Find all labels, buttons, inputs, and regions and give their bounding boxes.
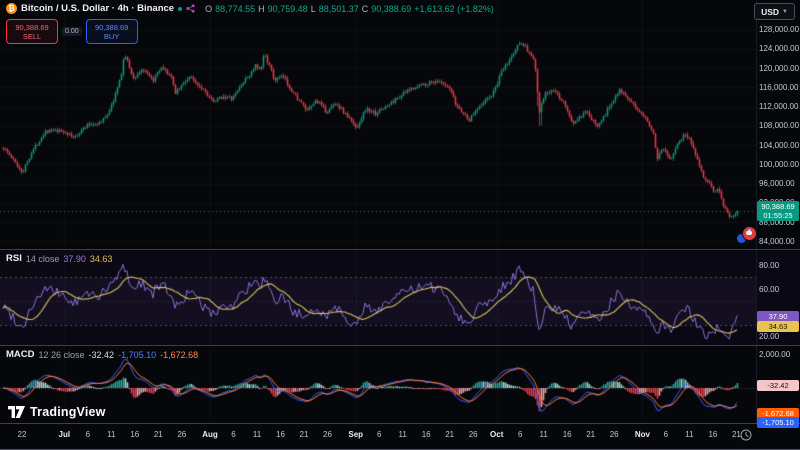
rsi-axis-label: 60.00	[759, 285, 779, 294]
current-price-value: 90,388.69	[757, 202, 799, 211]
rsi-pane[interactable]: RSI 14 close 37.90 34.63 80.00 60.00 20.00…	[0, 250, 800, 346]
macd-params: 12 26 close	[39, 350, 85, 360]
time-axis-tick: 21	[154, 430, 163, 439]
rsi-canvas[interactable]	[0, 250, 756, 345]
low-label: L	[311, 4, 316, 14]
macd-line-badge: -1,705.10	[757, 417, 799, 428]
price-axis-label: 104,000.00	[759, 141, 799, 150]
time-axis-tick: Nov	[635, 430, 650, 439]
spread-value: 0.00	[62, 27, 82, 36]
sell-price: 90,388.69	[15, 23, 48, 32]
close-label: C	[362, 4, 369, 14]
time-axis-tick: 16	[563, 430, 572, 439]
time-axis-tick: 6	[231, 430, 235, 439]
time-axis-tick: 6	[86, 430, 90, 439]
price-axis-label: 108,000.00	[759, 121, 799, 130]
share-icon[interactable]	[186, 4, 195, 13]
currency-button[interactable]: USD ▼	[754, 3, 795, 20]
buy-button[interactable]: 90,388.69 BUY	[86, 19, 138, 44]
buy-sell-widget: 90,388.69 SELL 0.00 90,388.69 BUY	[6, 19, 138, 44]
rsi-axis-label: 20.00	[759, 332, 779, 341]
rsi-legend: RSI 14 close 37.90 34.63	[6, 253, 112, 264]
price-axis-label: 112,000.00	[759, 102, 798, 111]
high-value: 90,759.48	[268, 4, 308, 14]
price-axis-label: 128,000.00	[759, 25, 799, 34]
time-axis-tick: 26	[177, 430, 186, 439]
macd-legend: MACD 12 26 close -32.42 -1,705.10 -1,672…	[6, 349, 198, 360]
rsi-axis-label: 80.00	[759, 261, 779, 270]
time-axis-tick: 16	[276, 430, 285, 439]
macd-axis-label: 2,000.00	[759, 350, 790, 359]
currency-label: USD	[761, 7, 779, 17]
time-axis-tick: 6	[664, 430, 668, 439]
tradingview-chart: ₿ Bitcoin / U.S. Dollar · 4h · Binance O…	[0, 0, 800, 450]
price-axis-label: 96,000.00	[759, 179, 795, 188]
macd-title[interactable]: MACD	[6, 349, 35, 360]
time-axis-tick: 6	[377, 430, 381, 439]
macd-hist-badge: -32.42	[757, 380, 799, 391]
change-value: +1,613.62 (+1.82%)	[414, 4, 494, 14]
time-axis-tick: 26	[610, 430, 619, 439]
rsi-ma-value-badge: 34.63	[757, 321, 799, 332]
tradingview-logo-icon	[8, 405, 25, 419]
tradingview-logo[interactable]: TradingView	[8, 405, 106, 419]
time-axis-tick: 21	[586, 430, 595, 439]
clock-icon[interactable]	[740, 429, 752, 441]
price-axis-label: 116,000.00	[759, 83, 798, 92]
macd-pane[interactable]: MACD 12 26 close -32.42 -1,705.10 -1,672…	[0, 346, 800, 424]
price-axis-label: 124,000.00	[759, 44, 799, 53]
ideas-bubble-red	[742, 226, 757, 241]
time-axis-tick: 22	[18, 430, 27, 439]
time-axis-tick: 11	[399, 430, 407, 439]
price-pane[interactable]: ₿ Bitcoin / U.S. Dollar · 4h · Binance O…	[0, 0, 800, 250]
time-axis-tick: 11	[540, 430, 548, 439]
time-axis-tick: 16	[130, 430, 139, 439]
bar-countdown: 01:55:25	[757, 211, 799, 220]
buy-price: 90,388.69	[95, 23, 128, 32]
sell-label: SELL	[23, 32, 41, 41]
rsi-value: 37.90	[63, 254, 86, 264]
time-axis-tick: 6	[518, 430, 522, 439]
market-status-icon	[178, 7, 182, 11]
ohlc-readout: O 88,774.55 H 90,759.48 L 88,501.37 C 90…	[205, 4, 494, 14]
time-axis-tick: 26	[323, 430, 332, 439]
time-axis-tick: 21	[445, 430, 454, 439]
rsi-params: 14 close	[26, 254, 60, 264]
symbol-legend: ₿ Bitcoin / U.S. Dollar · 4h · Binance O…	[6, 3, 494, 14]
buy-label: BUY	[104, 32, 119, 41]
time-axis-tick: Oct	[490, 430, 503, 439]
price-axis-label: 84,000.00	[759, 237, 795, 246]
open-label: O	[205, 4, 212, 14]
tradingview-logo-text: TradingView	[30, 405, 106, 419]
current-price-label: 90,388.69 01:55:25	[757, 201, 799, 221]
time-axis[interactable]: 22 Jul 6 11 16 21 26 Aug 6 11 16 21 26 Sep 6 11 16 21 26 Oc…	[0, 424, 800, 450]
close-value: 90,388.69	[371, 4, 411, 14]
rsi-ma-value: 34.63	[90, 254, 113, 264]
time-axis-tick: 21	[300, 430, 309, 439]
time-axis-tick: 21	[732, 430, 741, 439]
time-axis-tick: 11	[685, 430, 693, 439]
time-axis-tick: 16	[708, 430, 717, 439]
price-axis-label: 120,000.00	[759, 64, 799, 73]
time-axis-tick: Jul	[59, 430, 71, 439]
low-value: 88,501.37	[319, 4, 359, 14]
time-axis-tick: Aug	[202, 430, 218, 439]
time-axis-tick: 26	[469, 430, 478, 439]
symbol-title[interactable]: Bitcoin / U.S. Dollar · 4h · Binance	[21, 3, 174, 14]
open-value: 88,774.55	[215, 4, 255, 14]
time-axis-tick: 11	[107, 430, 115, 439]
ideas-bubble-icon[interactable]	[736, 226, 756, 243]
price-axis-label: 100,000.00	[759, 160, 799, 169]
macd-line-value: -1,705.10	[118, 350, 156, 360]
chevron-down-icon: ▼	[782, 9, 788, 15]
time-axis-tick: 16	[422, 430, 431, 439]
sell-button[interactable]: 90,388.69 SELL	[6, 19, 58, 44]
btc-icon: ₿	[6, 3, 17, 14]
macd-signal-value: -1,672.68	[160, 350, 198, 360]
high-label: H	[258, 4, 265, 14]
time-axis-tick: Sep	[348, 430, 363, 439]
time-axis-tick: 11	[253, 430, 261, 439]
rsi-title[interactable]: RSI	[6, 253, 22, 264]
macd-hist-value: -32.42	[89, 350, 115, 360]
